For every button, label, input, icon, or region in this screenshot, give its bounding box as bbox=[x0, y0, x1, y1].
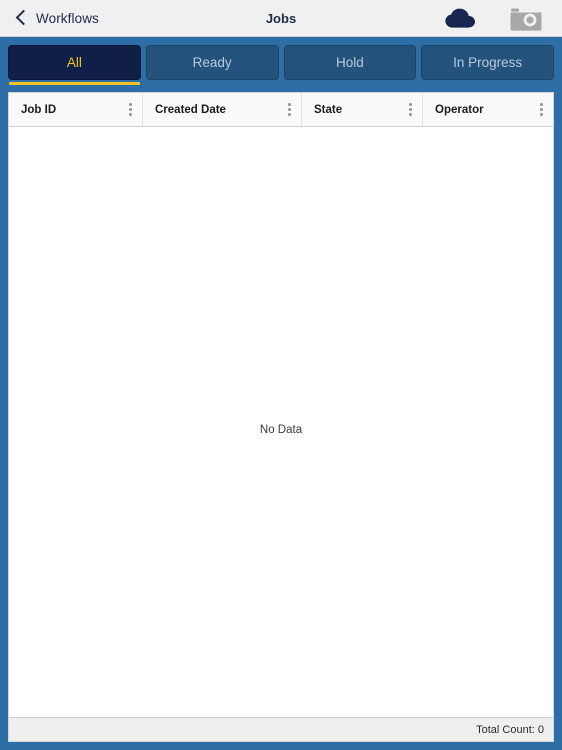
kebab-menu-icon[interactable] bbox=[401, 103, 412, 116]
tab-hold-label: Hold bbox=[335, 55, 364, 70]
chevron-left-icon bbox=[15, 9, 32, 26]
column-header-job-id-label: Job ID bbox=[21, 103, 57, 116]
job-filter-tabs: All Ready Hold In Progress bbox=[0, 37, 562, 92]
jobs-panel-container: Job ID Created Date State Operator No Da bbox=[0, 92, 562, 750]
column-header-created-date-label: Created Date bbox=[155, 103, 226, 116]
jobs-table-header-row: Job ID Created Date State Operator bbox=[9, 93, 553, 127]
tab-ready[interactable]: Ready bbox=[145, 45, 279, 80]
top-navigation-bar: Workflows Jobs bbox=[0, 0, 562, 37]
column-header-created-date[interactable]: Created Date bbox=[143, 93, 302, 126]
total-count-label: Total Count: 0 bbox=[476, 723, 544, 736]
column-header-state-label: State bbox=[314, 103, 343, 116]
jobs-table-footer: Total Count: 0 bbox=[9, 717, 553, 741]
tab-ready-label: Ready bbox=[192, 55, 232, 70]
camera-icon-svg bbox=[510, 8, 542, 31]
kebab-menu-icon[interactable] bbox=[121, 103, 132, 116]
empty-state-message: No Data bbox=[259, 424, 303, 436]
tab-in-progress[interactable]: In Progress bbox=[421, 45, 554, 80]
cloud-icon-svg bbox=[445, 8, 475, 28]
cloud-icon[interactable] bbox=[443, 6, 479, 30]
column-header-job-id[interactable]: Job ID bbox=[9, 93, 143, 126]
kebab-menu-icon[interactable] bbox=[280, 103, 291, 116]
tab-hold[interactable]: Hold bbox=[283, 45, 417, 80]
kebab-menu-icon[interactable] bbox=[532, 103, 543, 116]
tab-all[interactable]: All bbox=[8, 45, 141, 85]
jobs-screen: Workflows Jobs All Ready Hold In Progres… bbox=[0, 0, 562, 750]
navbar-icon-group bbox=[443, 5, 543, 31]
back-to-workflows-button[interactable]: Workflows bbox=[15, 9, 99, 26]
tab-in-progress-label: In Progress bbox=[453, 55, 523, 70]
back-button-label: Workflows bbox=[36, 10, 99, 26]
column-header-operator-label: Operator bbox=[435, 103, 484, 116]
jobs-table-panel: Job ID Created Date State Operator No Da bbox=[8, 92, 554, 742]
jobs-table-body: No Data bbox=[9, 127, 553, 717]
column-header-state[interactable]: State bbox=[302, 93, 423, 126]
column-header-operator[interactable]: Operator bbox=[423, 93, 553, 126]
tab-all-label: All bbox=[66, 55, 82, 70]
camera-icon[interactable] bbox=[509, 5, 543, 31]
